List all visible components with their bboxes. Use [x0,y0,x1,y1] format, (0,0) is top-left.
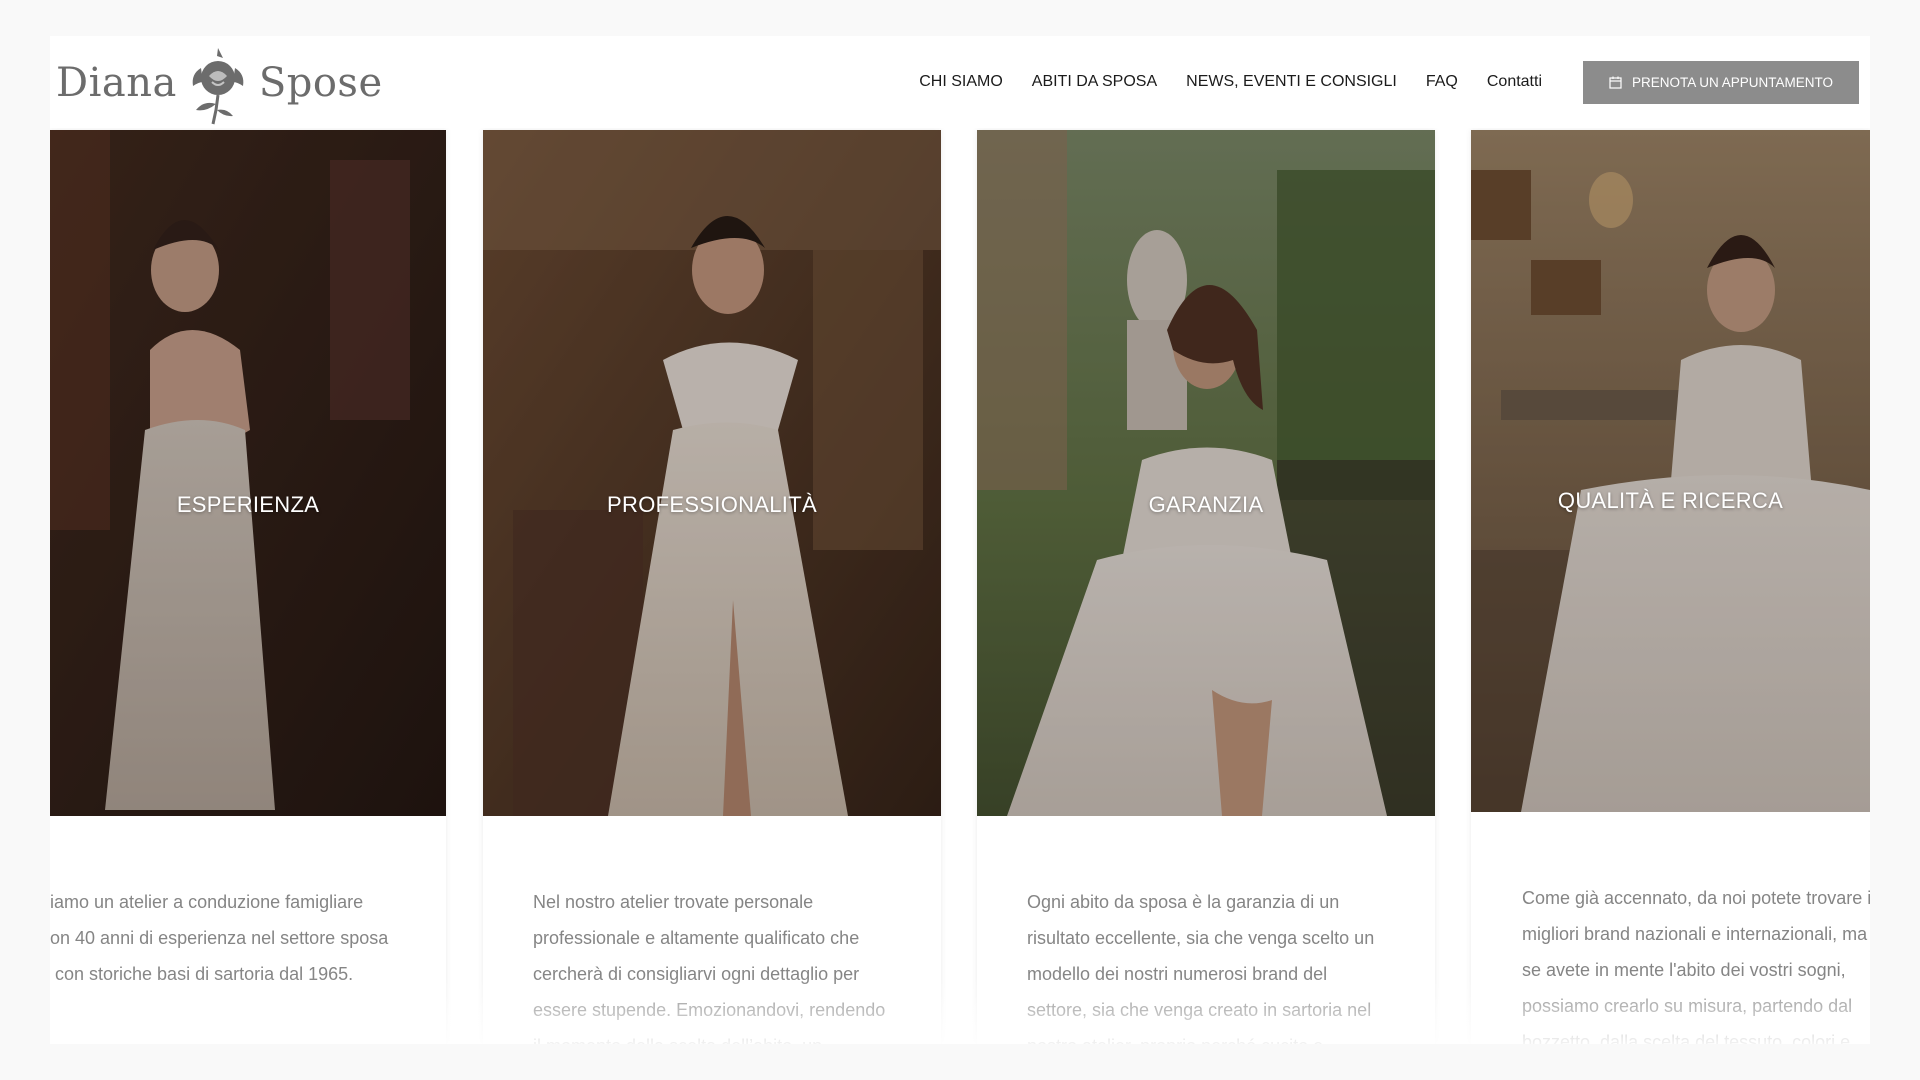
nav-item-news[interactable]: NEWS, EVENTI E CONSIGLI [1186,73,1397,91]
feature-card-qualita-ricerca: QUALITÀ E RICERCA Come già accennato, da… [1471,130,1870,1044]
card-text-line: professionale e altamente qualificato ch… [533,928,860,948]
feature-card-esperienza: ESPERIENZA iamo un atelier a conduzione … [50,130,446,1044]
nav-item-abiti-da-sposa[interactable]: ABITI DA SPOSA [1032,73,1157,91]
card-text-line: migliori brand nazionali e internazional… [1522,924,1868,944]
card-title: ESPERIENZA [176,492,320,517]
card-text-line: settore, sia che venga creato in sartori… [1027,1000,1372,1020]
card-text-line: modello dei nostri numerosi brand del [1027,964,1328,984]
card-text-line: se avete in mente l'abito dei vostri sog… [1522,960,1846,980]
logo[interactable]: Diana Spose [56,40,383,126]
card-text-line: possiamo crearlo su misura, partendo dal [1522,996,1853,1016]
card-text: Ogni abito da sposa è la garanzia di un … [1027,884,1422,1044]
card-text: Come già accennato, da noi potete trovar… [1522,880,1870,1044]
card-title: GARANZIA [1148,492,1264,517]
logo-word-right: Spose [258,60,383,106]
card-title: QUALITÀ E RICERCA [1557,488,1784,513]
card-text: iamo un atelier a conduzione famigliare … [50,884,446,992]
logo-word-left: Diana [56,60,177,106]
card-image-qualita-ricerca [1471,130,1870,812]
main-nav: CHI SIAMO ABITI DA SPOSA NEWS, EVENTI E … [919,36,1542,128]
card-text-line: Come già accennato, da noi potete trovar… [1522,888,1870,908]
book-appointment-label: PRENOTA UN APPUNTAMENTO [1631,75,1834,90]
nav-item-chi-siamo[interactable]: CHI SIAMO [919,73,1003,91]
card-text-line: on 40 anni di esperienza nel settore spo… [50,928,389,948]
page-frame: Diana Spose CHI SIAMO ABITI DA SPOSA NEW… [50,36,1870,1044]
rose-icon [192,48,244,125]
feature-card-professionalita: PROFESSIONALITÀ Nel nostro atelier trova… [483,130,941,1044]
card-image-esperienza [50,130,446,816]
card-text-line: essere stupende. Emozionandovi, rendendo [533,1000,886,1020]
card-image-garanzia [977,130,1435,816]
card-text-line: risultato eccellente, sia che venga scel… [1027,928,1375,948]
site-header: Diana Spose CHI SIAMO ABITI DA SPOSA NEW… [50,36,1870,128]
feature-card-garanzia: GARANZIA Ogni abito da sposa è la garanz… [977,130,1435,1044]
card-text-line: bozzetto, dalla scelta del tessuto, colo… [1522,1032,1851,1044]
card-text-line: cercherà di consigliarvi ogni dettaglio … [533,964,860,984]
nav-item-faq[interactable]: FAQ [1426,73,1458,91]
calendar-icon [1609,76,1622,89]
card-text-line: con storiche basi di sartoria dal 1965. [50,964,354,984]
card-text-line: il momento della scelta dell’abito, un [533,1028,923,1044]
book-appointment-button[interactable]: PRENOTA UN APPUNTAMENTO [1583,61,1859,104]
card-text-line: nostro atelier, proprio perché cucito e [1027,1028,1422,1044]
card-text-line: Ogni abito da sposa è la garanzia di un [1027,892,1340,912]
card-text-line: Nel nostro atelier trovate personale [533,892,814,912]
card-text-line: iamo un atelier a conduzione famigliare [50,892,364,912]
nav-item-contatti[interactable]: Contatti [1487,73,1542,91]
card-image-professionalita [483,130,941,816]
card-title: PROFESSIONALITÀ [607,492,817,517]
card-text: Nel nostro atelier trovate personale pro… [533,884,923,1044]
